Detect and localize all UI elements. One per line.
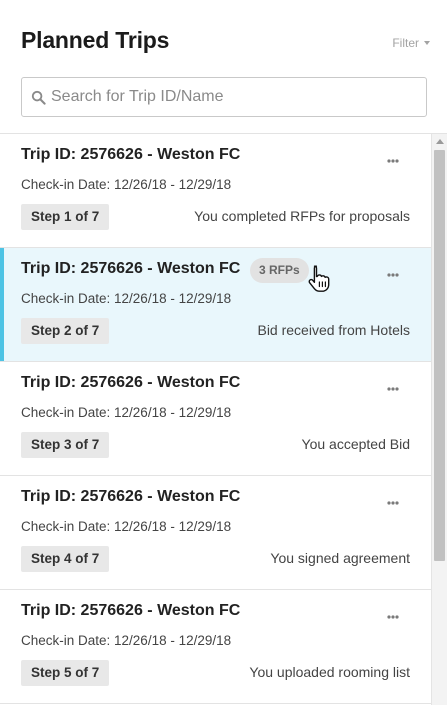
trip-title: Trip ID: 2576626 - Weston FC	[21, 488, 241, 505]
trip-card[interactable]: Trip ID: 2576626 - Weston FC Check-in Da…	[0, 362, 431, 476]
trip-title: Trip ID: 2576626 - Weston FC	[21, 260, 241, 277]
trip-status: You signed agreement	[270, 550, 410, 566]
trip-title: Trip ID: 2576626 - Weston FC	[21, 374, 241, 391]
step-badge: Step 4 of 7	[21, 546, 110, 572]
trip-status: You accepted Bid	[301, 436, 410, 452]
check-in-dates: Check-in Date: 12/26/18 - 12/29/18	[21, 405, 232, 420]
scrollbar[interactable]	[431, 134, 447, 705]
trip-card-active[interactable]: Trip ID: 2576626 - Weston FC 3 RFPs Chec…	[0, 248, 431, 362]
check-in-dates: Check-in Date: 12/26/18 - 12/29/18	[21, 177, 232, 192]
trip-card[interactable]: Trip ID: 2576626 - Weston FC Check-in Da…	[0, 476, 431, 590]
more-options-icon[interactable]	[383, 496, 403, 510]
more-options-icon[interactable]	[383, 154, 403, 168]
check-in-dates: Check-in Date: 12/26/18 - 12/29/18	[21, 291, 232, 306]
trip-card[interactable]: Trip ID: 2576626 - Weston FC Check-in Da…	[0, 590, 431, 704]
trip-list-container: Trip ID: 2576626 - Weston FC Check-in Da…	[0, 133, 447, 705]
step-badge: Step 3 of 7	[21, 432, 110, 458]
filter-label: Filter	[392, 36, 419, 50]
trip-status: You completed RFPs for proposals	[194, 208, 410, 224]
page-title: Planned Trips	[21, 27, 170, 53]
trip-status: Bid received from Hotels	[257, 322, 410, 338]
trip-title: Trip ID: 2576626 - Weston FC	[21, 602, 241, 619]
step-badge: Step 5 of 7	[21, 660, 110, 686]
scrollbar-thumb[interactable]	[434, 150, 445, 561]
check-in-dates: Check-in Date: 12/26/18 - 12/29/18	[21, 519, 232, 534]
search-box[interactable]	[21, 77, 427, 117]
rfp-count-badge[interactable]: 3 RFPs	[250, 258, 309, 283]
hand-pointer-cursor-icon	[306, 264, 332, 292]
chevron-down-icon	[424, 41, 430, 45]
scroll-up-arrow-icon[interactable]	[436, 139, 444, 144]
trip-card[interactable]: Trip ID: 2576626 - Weston FC Check-in Da…	[0, 134, 431, 248]
search-icon	[30, 89, 46, 105]
search-input[interactable]	[51, 78, 411, 116]
more-options-icon[interactable]	[383, 382, 403, 396]
more-options-icon[interactable]	[383, 610, 403, 624]
trip-status: You uploaded rooming list	[249, 664, 410, 680]
header: Planned Trips Filter	[0, 0, 447, 134]
trip-title: Trip ID: 2576626 - Weston FC	[21, 146, 241, 163]
check-in-dates: Check-in Date: 12/26/18 - 12/29/18	[21, 633, 232, 648]
more-options-icon[interactable]	[383, 268, 403, 282]
step-badge: Step 2 of 7	[21, 318, 110, 344]
step-badge: Step 1 of 7	[21, 204, 110, 230]
trip-list: Trip ID: 2576626 - Weston FC Check-in Da…	[0, 134, 431, 704]
filter-dropdown[interactable]: Filter	[392, 36, 430, 50]
